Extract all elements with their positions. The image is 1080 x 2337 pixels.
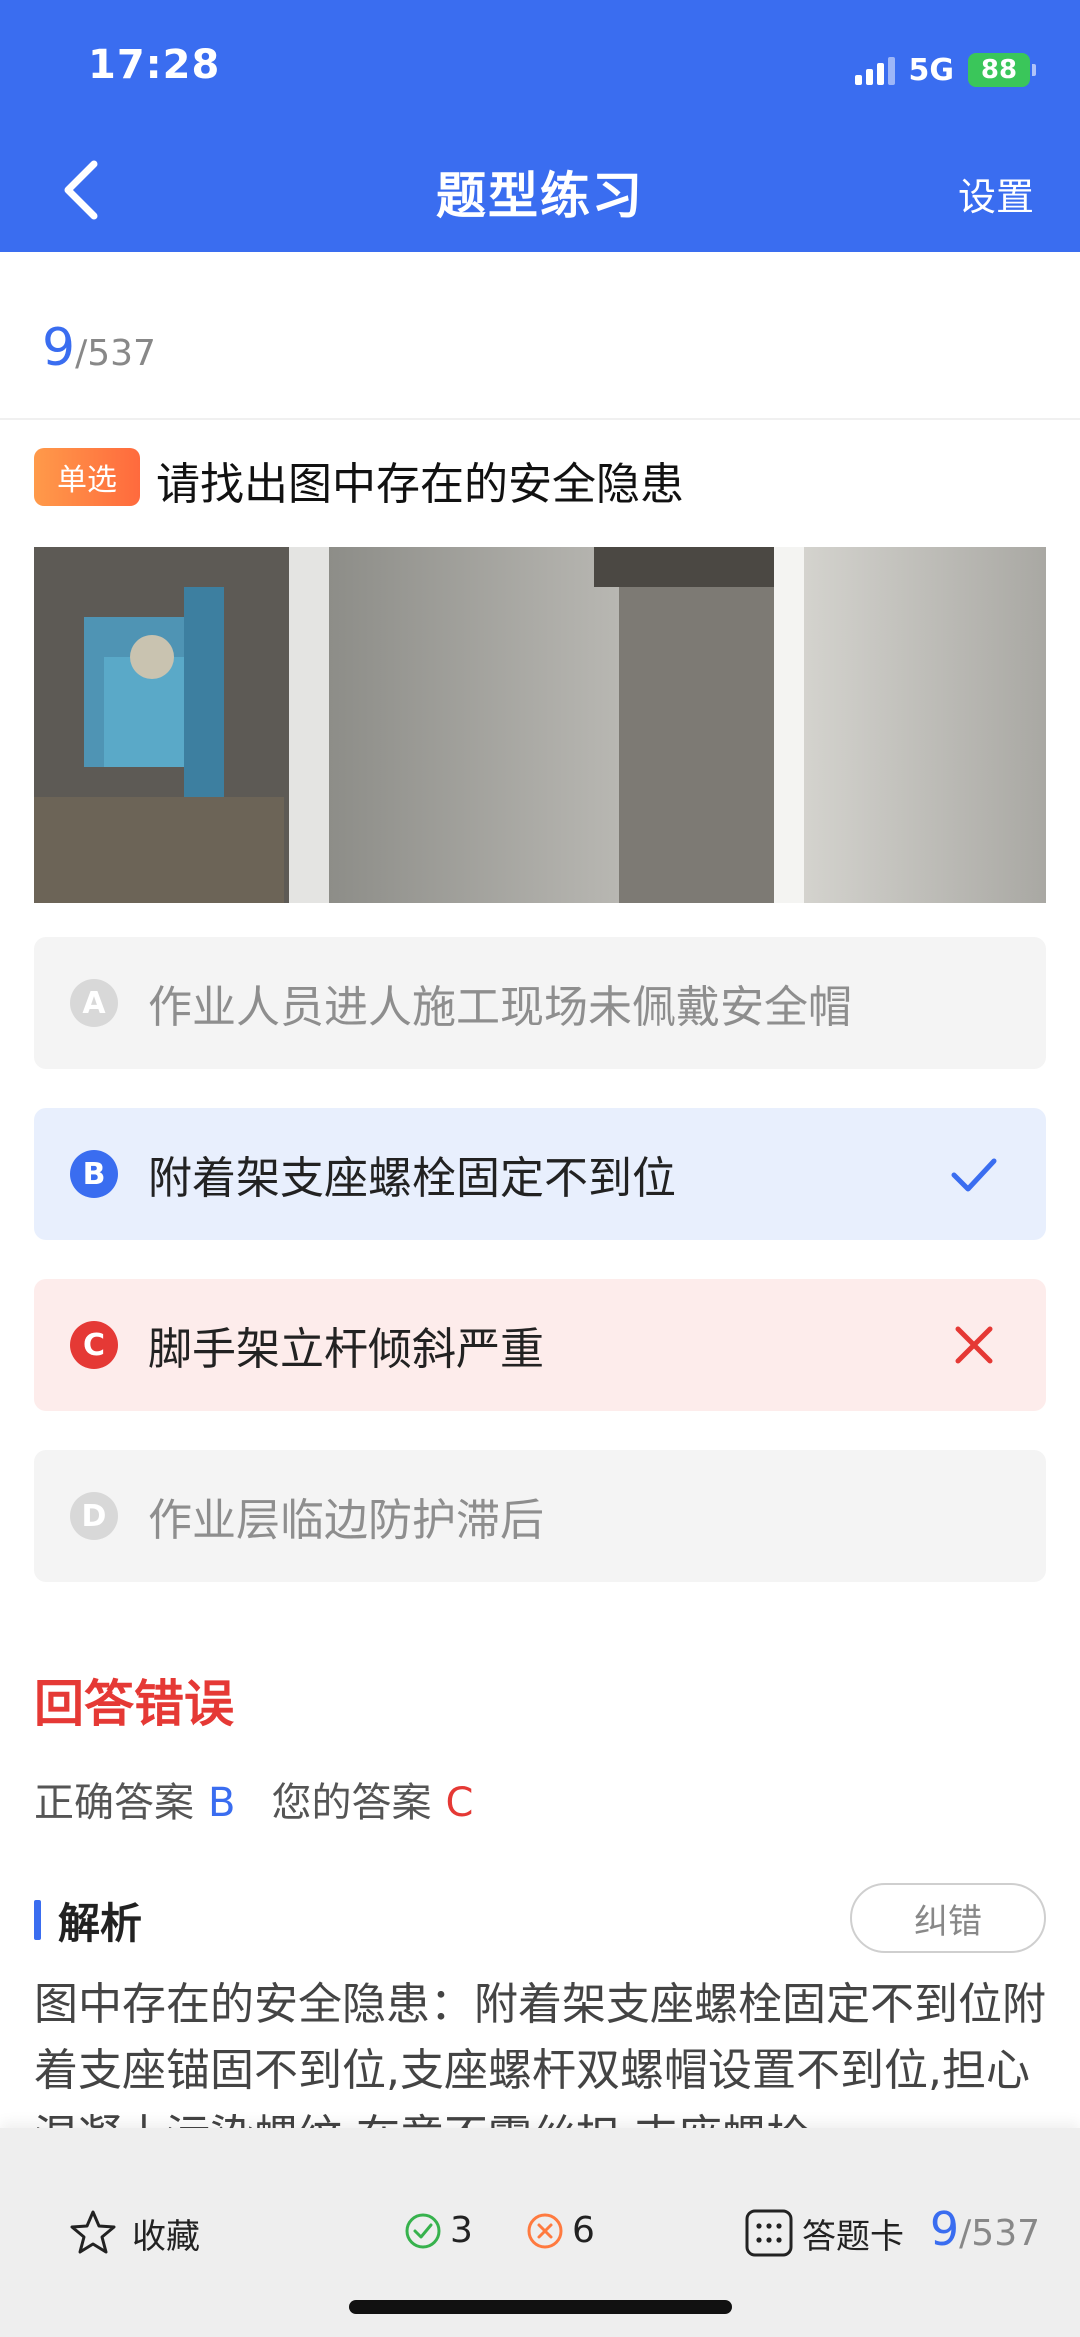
analysis-text: 图中存在的安全隐患：附着架支座螺栓固定不到位附着支座锚固不到位,支座螺杆双螺帽设…	[34, 1979, 1046, 2137]
option-text: 附着架支座螺栓固定不到位	[148, 1153, 676, 1204]
check-circle-icon	[405, 2213, 441, 2248]
report-error-button[interactable]: 纠错	[850, 1883, 1046, 1953]
option-letter: D	[70, 1492, 118, 1540]
favorite-label: 收藏	[132, 2216, 200, 2257]
answer-card-button[interactable]: 答题卡	[744, 2208, 904, 2258]
question-text: 请找出图中存在的安全隐患	[156, 459, 684, 510]
cross-icon	[955, 1326, 993, 1364]
option-text: 脚手架立杆倾斜严重	[148, 1324, 544, 1375]
option-d[interactable]: D 作业层临边防护滞后	[34, 1450, 1046, 1582]
option-text: 作业人员进人施工现场未佩戴安全帽	[148, 982, 852, 1033]
correct-answer-value: B	[208, 1780, 236, 1826]
battery-icon: 88	[968, 53, 1036, 87]
check-icon	[951, 1158, 997, 1192]
option-letter: C	[70, 1321, 118, 1369]
favorite-button[interactable]: 收藏	[68, 2208, 200, 2258]
bottom-progress-total: /537	[959, 2213, 1040, 2254]
correct-count-value: 3	[450, 2210, 473, 2251]
your-answer-label: 您的答案	[271, 1780, 432, 1826]
status-time: 17:28	[88, 42, 221, 88]
cross-circle-icon	[527, 2213, 563, 2248]
bottom-progress: 9/537	[930, 2202, 1040, 2256]
wrong-count: 6	[526, 2210, 595, 2251]
your-answer-value: C	[445, 1780, 474, 1826]
home-indicator[interactable]	[349, 2300, 732, 2314]
divider	[0, 418, 1080, 420]
option-b[interactable]: B 附着架支座螺栓固定不到位	[34, 1108, 1046, 1240]
correct-answer-label: 正确答案	[34, 1780, 194, 1826]
wrong-count-value: 6	[572, 2210, 595, 2251]
option-c[interactable]: C 脚手架立杆倾斜严重	[34, 1279, 1046, 1411]
bottom-progress-current: 9	[929, 2202, 960, 2256]
answer-summary: 正确答案 B 您的答案 C	[34, 1770, 473, 1828]
status-indicators: 5G 88	[854, 48, 1036, 92]
option-a[interactable]: A 作业人员进人施工现场未佩戴安全帽	[34, 937, 1046, 1069]
network-type: 5G	[908, 52, 955, 88]
progress-current: 9	[42, 318, 76, 378]
question-type-tag: 单选	[34, 448, 140, 506]
analysis-title: 解析	[58, 1899, 143, 1948]
option-letter: A	[70, 979, 118, 1027]
option-letter: B	[70, 1150, 118, 1198]
analysis-accent-bar	[34, 1900, 41, 1940]
question-progress: 9/537	[42, 318, 156, 378]
answer-card-label: 答题卡	[802, 2216, 904, 2257]
question-photo[interactable]	[34, 547, 1046, 903]
progress-total: /537	[75, 333, 156, 374]
app-header: 17:28 5G 88 题型练习 设置	[0, 0, 1080, 252]
result-title: 回答错误	[34, 1675, 234, 1733]
signal-icon	[854, 55, 895, 85]
page-title: 题型练习	[436, 167, 644, 225]
settings-button[interactable]: 设置	[958, 166, 1034, 221]
grid-icon	[745, 2209, 793, 2257]
star-icon	[70, 2210, 116, 2254]
correct-count: 3	[404, 2210, 473, 2251]
option-text: 作业层临边防护滞后	[148, 1495, 544, 1546]
